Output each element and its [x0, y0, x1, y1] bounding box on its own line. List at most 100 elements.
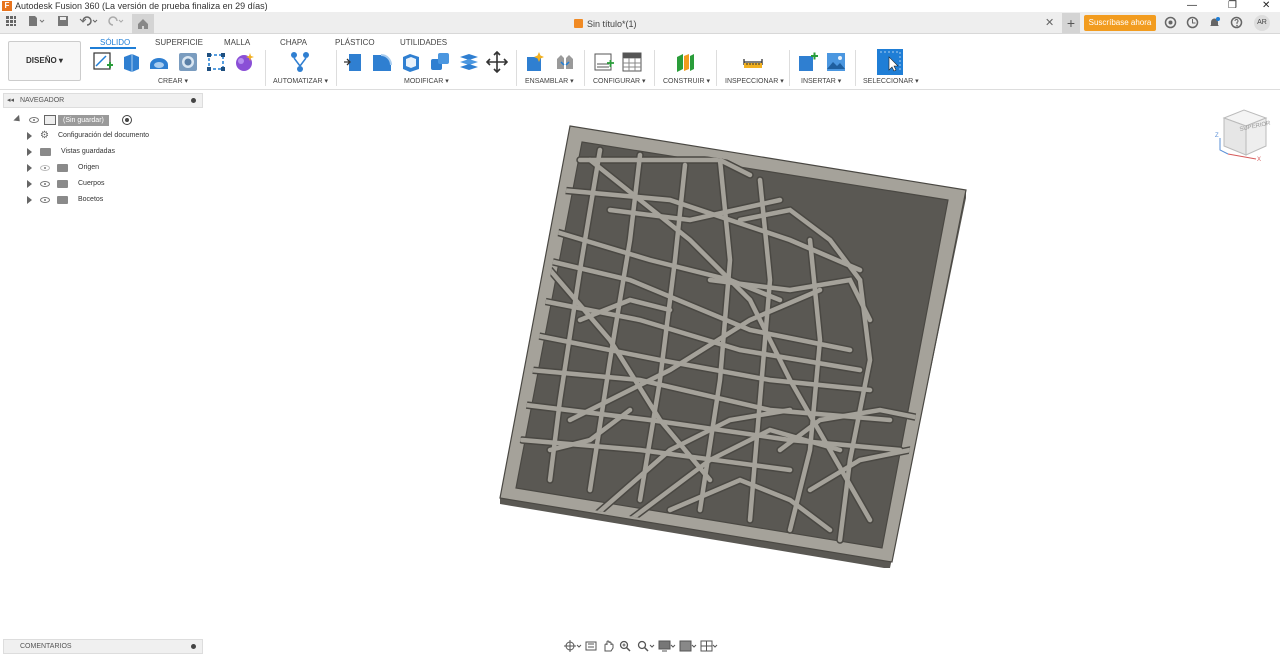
move-copy-icon[interactable] [486, 51, 508, 73]
user-avatar[interactable]: AR [1254, 15, 1270, 31]
look-at-icon[interactable] [585, 640, 597, 652]
offset-face-icon[interactable] [458, 51, 480, 73]
comments-panel-header[interactable]: COMENTARIOS [3, 639, 203, 654]
model-viewport[interactable] [490, 120, 980, 575]
redo-icon[interactable] [104, 15, 126, 31]
expand-icon[interactable] [27, 180, 32, 188]
group-assemble[interactable]: ENSAMBLAR ▾ [525, 77, 574, 85]
tab-utilities[interactable]: UTILIDADES [400, 38, 447, 47]
group-insert[interactable]: INSERTAR ▾ [801, 77, 841, 85]
tree-item-origin[interactable]: Origen [0, 161, 203, 175]
group-modify[interactable]: MODIFICAR ▾ [404, 77, 449, 85]
grid-menu-icon[interactable] [4, 15, 18, 31]
visibility-eye-icon[interactable] [29, 117, 39, 123]
extensions-icon[interactable] [1163, 16, 1177, 30]
group-construct[interactable]: CONSTRUIR ▾ [663, 77, 710, 85]
new-tab-button[interactable]: + [1062, 13, 1080, 33]
group-create[interactable]: CREAR ▾ [158, 77, 188, 85]
panel-pin-icon[interactable] [191, 98, 196, 103]
minimize-button[interactable]: — [1187, 0, 1197, 12]
extrude-icon[interactable] [120, 51, 142, 73]
comments-pin-icon[interactable] [191, 644, 196, 649]
expand-icon[interactable] [27, 132, 32, 140]
axis-x-label: X [1257, 157, 1261, 163]
hole-icon[interactable] [177, 51, 199, 73]
file-menu-icon[interactable] [26, 15, 46, 31]
close-window-button[interactable]: ✕ [1262, 0, 1270, 12]
offset-plane-icon[interactable] [674, 51, 696, 73]
joint-icon[interactable] [554, 51, 576, 73]
help-icon[interactable] [1229, 16, 1243, 30]
group-automate[interactable]: AUTOMATIZAR ▾ [273, 77, 328, 85]
zoom-icon[interactable] [619, 640, 631, 652]
tab-mesh[interactable]: MALLA [224, 38, 250, 47]
viewports-icon[interactable] [700, 640, 718, 652]
visibility-eye-icon[interactable] [40, 197, 50, 203]
tree-item-sketches[interactable]: Bocetos [0, 193, 203, 207]
group-inspect[interactable]: INSPECCIONAR ▾ [725, 77, 784, 85]
tab-sheet-metal[interactable]: CHAPA [280, 38, 307, 47]
job-status-icon[interactable] [1185, 16, 1199, 30]
undo-icon[interactable] [78, 15, 100, 31]
create-sketch-icon[interactable] [92, 51, 114, 73]
view-cube[interactable]: SUPERIOR Z X [1214, 108, 1274, 163]
gear-icon: ⚙ [40, 130, 49, 141]
document-tab-label: Sin título*(1) [587, 19, 637, 29]
orbit-icon[interactable] [564, 640, 582, 652]
select-icon[interactable] [877, 49, 903, 75]
home-tab[interactable] [132, 14, 154, 34]
automate-icon[interactable] [289, 51, 311, 73]
pan-icon[interactable] [602, 640, 614, 652]
tree-item-bodies[interactable]: Cuerpos [0, 177, 203, 191]
window-title: Autodesk Fusion 360 (La versión de prueb… [15, 1, 268, 11]
collapse-panel-icon[interactable]: ◂◂ [7, 94, 14, 107]
tree-root[interactable]: (Sin guardar) [0, 113, 203, 127]
rectangle-pattern-icon[interactable] [205, 51, 227, 73]
tree-item-document-settings[interactable]: ⚙ Configuración del documento [0, 129, 203, 143]
tab-solid[interactable]: SÓLIDO [100, 38, 130, 47]
grid-settings-icon[interactable] [679, 640, 697, 652]
folder-icon [57, 196, 68, 204]
zoom-window-icon[interactable] [637, 640, 655, 652]
create-form-icon[interactable] [233, 51, 255, 73]
insert-canvas-icon[interactable] [825, 51, 847, 73]
close-tab-button[interactable]: ✕ [1045, 16, 1054, 29]
expand-icon[interactable] [27, 196, 32, 204]
restore-button[interactable]: ❐ [1228, 0, 1237, 12]
group-configure[interactable]: CONFIGURAR ▾ [593, 77, 646, 85]
measure-icon[interactable] [742, 51, 764, 73]
axis-z-label: Z [1215, 133, 1219, 139]
ribbon-separator [654, 50, 655, 86]
display-settings-icon[interactable] [658, 640, 676, 652]
ribbon-separator [336, 50, 337, 86]
workspace-switcher[interactable]: DISEÑO ▾ [8, 41, 81, 81]
tab-surface[interactable]: SUPERFICIE [155, 38, 203, 47]
tree-item-label: Bocetos [78, 196, 104, 203]
visibility-eye-icon[interactable] [40, 165, 50, 171]
tree-item-saved-views[interactable]: Vistas guardadas [0, 145, 203, 159]
visibility-eye-icon[interactable] [40, 181, 50, 187]
group-select[interactable]: SELECCIONAR ▾ [863, 77, 919, 85]
document-cube-icon [574, 19, 583, 28]
configure-icon[interactable] [593, 51, 615, 73]
activate-radio-icon[interactable] [122, 115, 132, 125]
press-pull-icon[interactable] [343, 51, 365, 73]
document-tab[interactable]: Sin título*(1) [574, 17, 637, 31]
expand-icon[interactable] [27, 148, 32, 156]
combine-icon[interactable] [429, 51, 451, 73]
subscribe-button[interactable]: Suscríbase ahora [1084, 15, 1156, 31]
configuration-table-icon[interactable] [621, 51, 643, 73]
save-icon[interactable] [56, 15, 70, 31]
expand-root-icon[interactable] [13, 114, 23, 125]
notifications-icon[interactable] [1207, 16, 1221, 30]
expand-icon[interactable] [27, 164, 32, 172]
browser-panel-header[interactable]: ◂◂ NAVEGADOR [3, 93, 203, 108]
fillet-icon[interactable] [371, 51, 393, 73]
revolve-icon[interactable] [148, 51, 170, 73]
shell-icon[interactable] [400, 51, 422, 73]
component-icon [44, 115, 56, 125]
ribbon-separator [584, 50, 585, 86]
insert-derive-icon[interactable] [797, 51, 819, 73]
new-component-icon[interactable] [525, 51, 547, 73]
tab-plastic[interactable]: PLÁSTICO [335, 38, 375, 47]
